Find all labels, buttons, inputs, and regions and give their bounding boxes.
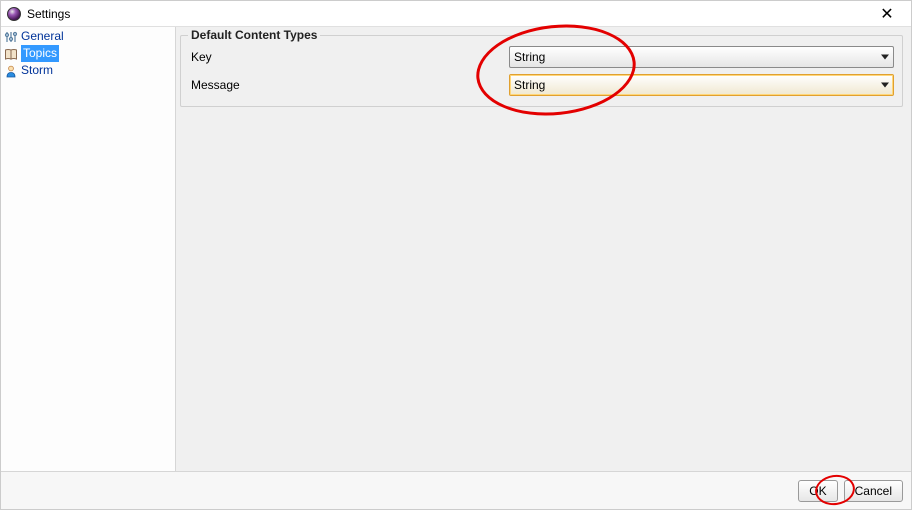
message-label: Message <box>189 78 509 92</box>
group-title: Default Content Types <box>188 28 320 42</box>
user-icon <box>4 64 18 78</box>
book-icon <box>4 47 18 61</box>
sidebar-item-label: Topics <box>21 45 59 62</box>
dialog-footer: OK Cancel <box>1 471 911 509</box>
ok-button-label: OK <box>809 484 826 498</box>
main-panel: Default Content Types Key String Message… <box>176 27 911 471</box>
cancel-button[interactable]: Cancel <box>844 480 903 502</box>
title-bar: Settings ✕ <box>1 1 911 27</box>
close-icon[interactable]: ✕ <box>867 1 907 27</box>
key-label: Key <box>189 50 509 64</box>
key-combo[interactable]: String <box>509 46 894 68</box>
sidebar-item-storm[interactable]: Storm <box>1 62 175 79</box>
message-combo-value: String <box>514 78 545 92</box>
form-row-message: Message String <box>189 74 894 96</box>
sidebar-item-topics[interactable]: Topics <box>1 45 175 62</box>
sidebar-item-label: General <box>21 28 64 45</box>
settings-dialog: Settings ✕ <box>0 0 912 510</box>
app-icon <box>7 7 21 21</box>
default-content-types-group: Default Content Types Key String Message… <box>180 35 903 107</box>
form-row-key: Key String <box>189 46 894 68</box>
cancel-button-label: Cancel <box>855 484 892 498</box>
key-combo-value: String <box>514 50 545 64</box>
ok-button[interactable]: OK <box>798 480 837 502</box>
chevron-down-icon <box>881 55 889 60</box>
dialog-body: General Topics <box>1 27 911 471</box>
settings-icon <box>4 30 18 44</box>
sidebar-item-label: Storm <box>21 62 53 79</box>
sidebar-item-general[interactable]: General <box>1 28 175 45</box>
window-title: Settings <box>27 7 70 21</box>
sidebar: General Topics <box>1 27 176 471</box>
chevron-down-icon <box>881 83 889 88</box>
message-combo[interactable]: String <box>509 74 894 96</box>
